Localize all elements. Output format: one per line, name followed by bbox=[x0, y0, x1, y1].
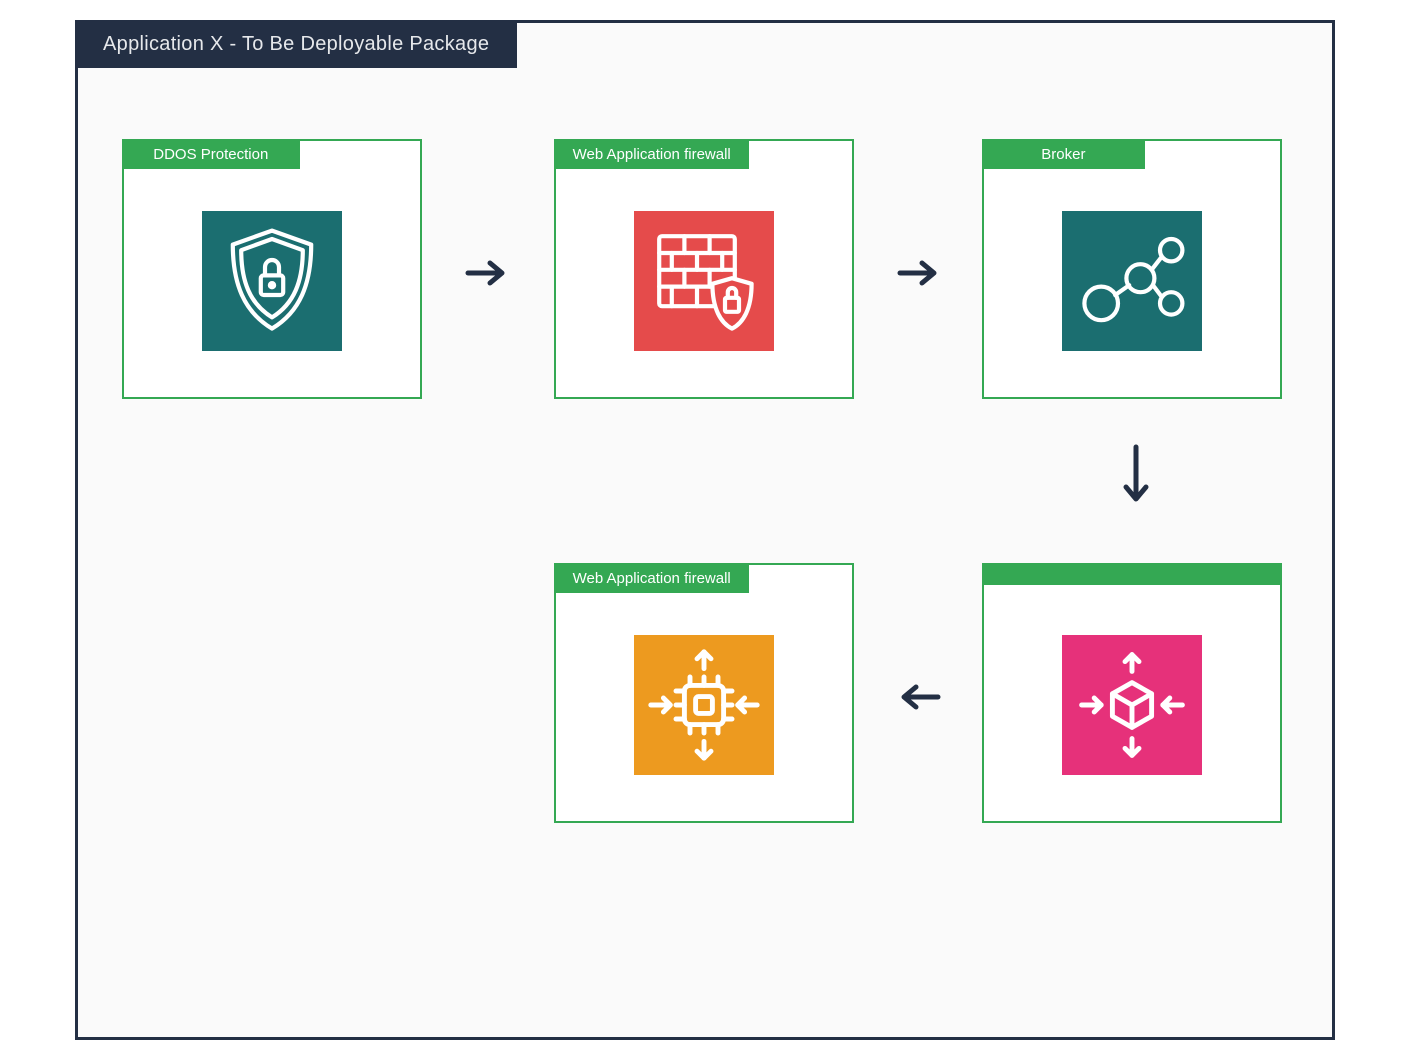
chip-distribute-icon bbox=[634, 635, 774, 775]
firewall-icon bbox=[634, 211, 774, 351]
arrow-down-icon bbox=[1118, 441, 1154, 511]
card-package-distribution bbox=[982, 563, 1282, 823]
card-web-application-firewall-top: Web Application firewall bbox=[554, 139, 854, 399]
card-label: Web Application firewall bbox=[554, 563, 749, 593]
card-label: Broker bbox=[982, 139, 1145, 169]
arrow-right-icon bbox=[462, 255, 512, 291]
diagram-title-tab: Application X - To Be Deployable Package bbox=[75, 20, 517, 68]
diagram-title: Application X - To Be Deployable Package bbox=[103, 33, 489, 56]
card-label: DDOS Protection bbox=[122, 139, 300, 169]
card-web-application-firewall-bottom: Web Application firewall bbox=[554, 563, 854, 823]
arrow-right-icon bbox=[894, 255, 944, 291]
card-ddos-protection: DDOS Protection bbox=[122, 139, 422, 399]
architecture-diagram: Application X - To Be Deployable Package… bbox=[75, 20, 1335, 1040]
card-broker: Broker bbox=[982, 139, 1282, 399]
package-distribute-icon bbox=[1062, 635, 1202, 775]
card-label-bar bbox=[982, 563, 1282, 585]
arrow-left-icon bbox=[894, 679, 944, 715]
card-label: Web Application firewall bbox=[554, 139, 749, 169]
network-nodes-icon bbox=[1062, 211, 1202, 351]
shield-lock-icon bbox=[202, 211, 342, 351]
